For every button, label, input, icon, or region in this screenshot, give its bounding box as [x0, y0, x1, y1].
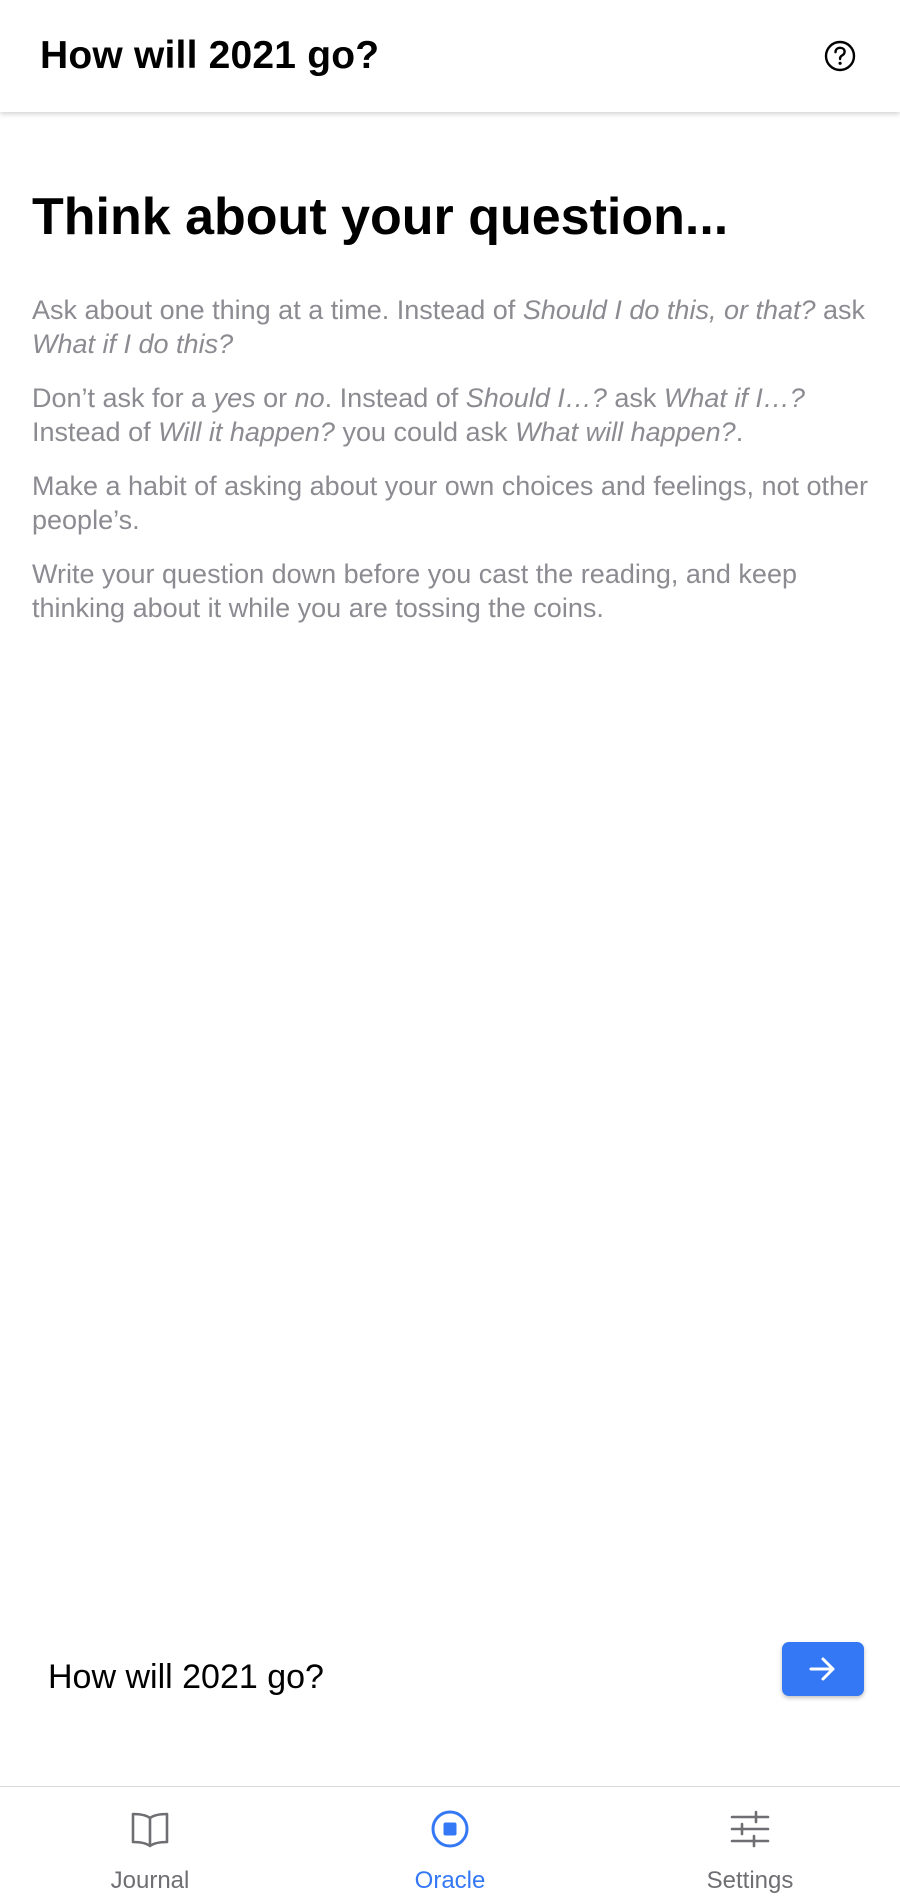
book-icon — [131, 1812, 169, 1848]
tab-journal[interactable]: Journal — [0, 1787, 300, 1899]
tip-emphasis: What will happen? — [515, 417, 736, 447]
tip-text: Don’t ask for a — [32, 383, 214, 413]
tip-text: . Instead of — [324, 383, 466, 413]
arrow-right-icon — [809, 1657, 835, 1681]
tip-paragraph: Don’t ask for a yes or no. Instead of Sh… — [32, 381, 870, 449]
tips-list: Ask about one thing at a time. Instead o… — [32, 293, 870, 645]
tip-emphasis: Will it happen? — [158, 417, 335, 447]
tip-emphasis: What if I…? — [663, 383, 805, 413]
app-root: How will 2021 go? Think about your quest… — [0, 0, 900, 1899]
tab-oracle[interactable]: Oracle — [300, 1787, 600, 1899]
submit-question-button[interactable] — [782, 1642, 864, 1696]
tip-text: or — [255, 383, 295, 413]
tip-text: Ask about one thing at a time. Instead o… — [32, 295, 523, 325]
page-title: How will 2021 go? — [40, 34, 380, 77]
tab-label: Settings — [706, 1867, 794, 1894]
tip-paragraph: Make a habit of asking about your own ch… — [32, 471, 869, 535]
tab-settings[interactable]: Settings — [600, 1787, 900, 1899]
tip-text: you could ask — [334, 417, 516, 447]
tip-paragraph: Write your question down before you cast… — [32, 559, 797, 623]
tip-emphasis: Should I do this, or that? — [522, 295, 816, 325]
oracle-circle-icon — [431, 1810, 469, 1848]
tip-paragraph: Ask about one thing at a time. Instead o… — [32, 293, 870, 361]
tip-emphasis: What if I do this? — [32, 329, 234, 359]
section-heading: Think about your question... — [32, 188, 729, 246]
tab-label: Oracle — [414, 1867, 486, 1894]
tip-emphasis: Should I…? — [465, 383, 607, 413]
tip-text: . — [735, 417, 744, 447]
tip-emphasis: no — [294, 383, 325, 413]
app-header: How will 2021 go? — [0, 0, 900, 112]
question-input[interactable] — [40, 1652, 760, 1702]
tip-emphasis: yes — [213, 383, 256, 413]
question-row — [0, 1620, 900, 1730]
bottom-tab-bar: Journal Oracle Settings — [0, 1786, 900, 1899]
tab-label: Journal — [110, 1867, 190, 1894]
question-circle-icon[interactable] — [822, 38, 858, 74]
tip-text: ask — [815, 295, 866, 325]
tip-text: ask — [606, 383, 664, 413]
sliders-icon — [730, 1810, 770, 1848]
tip-text: Instead of — [32, 417, 159, 447]
